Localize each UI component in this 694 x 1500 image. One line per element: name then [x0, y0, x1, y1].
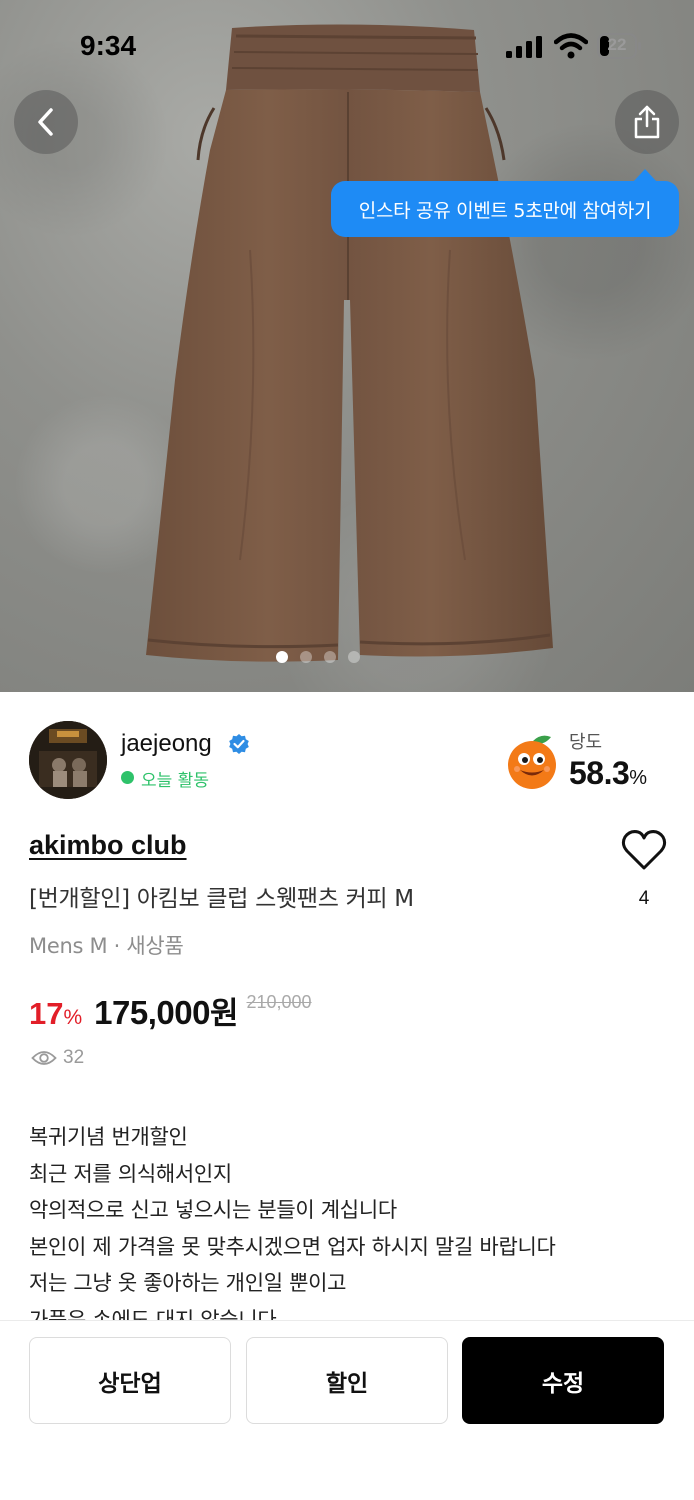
carousel-dot[interactable]: [324, 651, 336, 663]
seller-activity-status: 오늘 활동: [141, 771, 209, 791]
avatar-photo: [29, 721, 107, 799]
sale-price: 175,000: [94, 994, 210, 1031]
wifi-icon: [554, 33, 588, 59]
sweetness-unit: %: [629, 767, 647, 789]
carousel-dot[interactable]: [348, 651, 360, 663]
status-bar: 9:34 22: [0, 0, 694, 92]
brand-link[interactable]: akimbo club: [29, 830, 187, 861]
price-row: 17 % 175,000 원 210,000: [29, 988, 312, 1033]
orange-sweetness-icon: [508, 735, 556, 789]
seller-name[interactable]: jaejeong: [121, 730, 212, 758]
tooltip-label: 인스타 공유 이벤트 5초만에 참여하기: [358, 199, 652, 222]
carousel-dot[interactable]: [276, 651, 288, 663]
view-count: 32: [31, 1047, 84, 1069]
chevron-left-icon: [38, 108, 53, 136]
description-line: 가품은 손에도 대지 않습니다: [29, 1307, 277, 1321]
price-unit: 원: [209, 996, 239, 1032]
description-line: 복귀기념 번개할인: [29, 1125, 188, 1149]
discount-percent: 17: [29, 996, 64, 1031]
carousel-indicator: [276, 651, 360, 663]
product-photo-sweatpants: [146, 24, 553, 662]
status-time: 9:34: [80, 30, 137, 61]
like-count: 4: [638, 888, 650, 909]
original-price: 210,000: [246, 992, 312, 1012]
verified-badge-icon: [229, 734, 249, 754]
online-status-dot: [121, 771, 134, 784]
share-icon: [634, 105, 660, 139]
sweetness-value: 58.3: [569, 755, 630, 791]
sweetness-label: 당도: [569, 732, 603, 753]
bump-button[interactable]: 상단업: [29, 1337, 231, 1424]
eye-icon: [31, 1051, 57, 1065]
discount-unit: %: [63, 1006, 83, 1029]
share-button[interactable]: [615, 90, 679, 154]
edit-button[interactable]: 수정: [462, 1337, 664, 1424]
description-line: 최근 저를 의식해서인지: [29, 1161, 232, 1186]
description-line: 악의적으로 신고 넣으시는 분들이 계십니다: [29, 1198, 397, 1222]
product-image-carousel[interactable]: 9:34 22 인스타 공유 이벤트 5초만에 참여하기: [0, 0, 694, 692]
cellular-signal-icon: [506, 36, 542, 58]
description-line: 저는 그냥 옷 좋아하는 개인일 뿐이고: [29, 1271, 347, 1295]
battery-level: 22: [607, 35, 627, 54]
view-count-value: 32: [63, 1047, 85, 1068]
seller-avatar[interactable]: [29, 721, 107, 799]
product-description: 복귀기념 번개할인 최근 저를 의식해서인지 악의적으로 신고 넣으시는 분들이…: [29, 1119, 669, 1320]
discount-button[interactable]: 할인: [246, 1337, 448, 1424]
back-button[interactable]: [14, 90, 78, 154]
product-title: [번개할인] 아킴보 클럽 스웻팬츠 커피 M: [29, 886, 414, 912]
description-line: 본인이 제 가격을 못 맞추시겠으면 업자 하시지 말길 바랍니다: [29, 1234, 556, 1259]
carousel-dot[interactable]: [300, 651, 312, 663]
heart-icon[interactable]: [620, 828, 668, 872]
action-bar: 상단업 할인 수정: [0, 1321, 694, 1500]
sweetness-score: 58.3%: [569, 755, 647, 792]
instagram-share-event-tooltip[interactable]: 인스타 공유 이벤트 5초만에 참여하기: [331, 169, 679, 237]
product-meta: Mens M · 새상품: [29, 934, 184, 958]
